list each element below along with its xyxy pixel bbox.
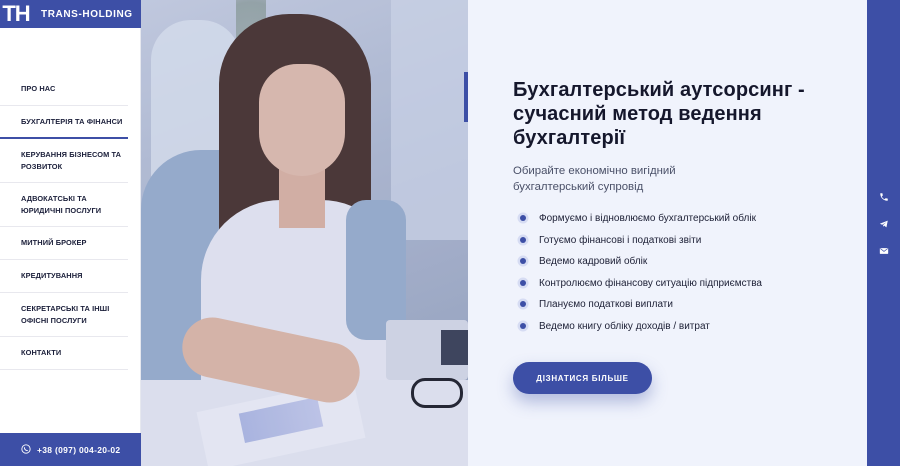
nav-item-label: КЕРУВАННЯ БІЗНЕСОМ ТА РОЗВИТОК — [21, 150, 122, 171]
nav-item-label: МИТНИЙ БРОКЕР — [21, 238, 87, 248]
hero-photo — [141, 0, 468, 466]
telegram-icon[interactable] — [867, 214, 900, 234]
nav-item-accounting[interactable]: БУХГАЛТЕРІЯ ТА ФІНАНСИ — [0, 106, 128, 139]
nav-item-label: КРЕДИТУВАННЯ — [21, 271, 83, 281]
nav-item-label: СЕКРЕТАРСЬКІ ТА ІНШІ ОФІСНІ ПОСЛУГИ — [21, 304, 110, 325]
nav-item-contacts[interactable]: КОНТАКТИ — [0, 337, 128, 370]
nav-item-label: АДВОКАТСЬКІ ТА ЮРИДИЧНІ ПОСЛУГИ — [21, 194, 102, 215]
bullet-icon — [520, 258, 526, 264]
logo-text: TRANS-HOLDING — [41, 8, 133, 20]
main-nav: ПРО НАС БУХГАЛТЕРІЯ ТА ФІНАНСИ КЕРУВАННЯ… — [0, 73, 128, 370]
learn-more-button[interactable]: ДІЗНАТИСЯ БІЛЬШЕ — [513, 362, 652, 394]
hero-title: Бухгалтерський аутсорсинг - сучасний мет… — [513, 79, 805, 149]
feature-list: Формуємо і відновлюємо бухгалтерський об… — [520, 208, 762, 337]
nav-item-about[interactable]: ПРО НАС — [0, 73, 128, 106]
list-item: Контролюємо фінансову ситуацію підприємс… — [520, 273, 762, 295]
logo[interactable]: TH TRANS-HOLDING — [0, 0, 141, 28]
logo-mark: TH — [2, 1, 30, 26]
nav-item-business-management[interactable]: КЕРУВАННЯ БІЗНЕСОМ ТА РОЗВИТОК — [0, 139, 128, 183]
nav-item-secretarial[interactable]: СЕКРЕТАРСЬКІ ТА ІНШІ ОФІСНІ ПОСЛУГИ — [0, 293, 128, 337]
bullet-icon — [520, 236, 526, 243]
list-item: Ведемо книгу обліку доходів / витрат — [520, 316, 762, 338]
nav-item-lending[interactable]: КРЕДИТУВАННЯ — [0, 260, 128, 293]
list-item: Формуємо і відновлюємо бухгалтерський об… — [520, 208, 762, 230]
hero-content: Бухгалтерський аутсорсинг - сучасний мет… — [468, 0, 867, 466]
list-item: Готуємо фінансові і податкові звіти — [520, 230, 762, 252]
nav-item-label: КОНТАКТИ — [21, 348, 62, 358]
phone-icon[interactable] — [867, 187, 900, 207]
nav-item-label: ПРО НАС — [21, 84, 56, 94]
nav-item-customs-broker[interactable]: МИТНИЙ БРОКЕР — [0, 227, 128, 260]
hero-subtitle: Обирайте економічно вигідний бухгалтерсь… — [513, 165, 676, 193]
phone-icon — [21, 443, 37, 456]
list-item: Ведемо кадровий облік — [520, 251, 762, 273]
phone-link[interactable]: +38 (097) 004-20-02 — [0, 433, 141, 466]
bullet-icon — [520, 279, 526, 286]
nav-item-label: БУХГАЛТЕРІЯ ТА ФІНАНСИ — [21, 116, 123, 126]
list-item: Плануємо податкові виплати — [520, 294, 762, 316]
nav-item-legal-services[interactable]: АДВОКАТСЬКІ ТА ЮРИДИЧНІ ПОСЛУГИ — [0, 183, 128, 227]
bullet-icon — [520, 215, 526, 221]
phone-number: +38 (097) 004-20-02 — [37, 444, 121, 455]
bullet-icon — [520, 322, 526, 329]
bullet-icon — [520, 301, 526, 307]
mail-icon[interactable] — [867, 241, 900, 261]
sidebar: TH TRANS-HOLDING ПРО НАС БУХГАЛТЕРІЯ ТА … — [0, 0, 141, 466]
contact-rail — [867, 0, 900, 466]
